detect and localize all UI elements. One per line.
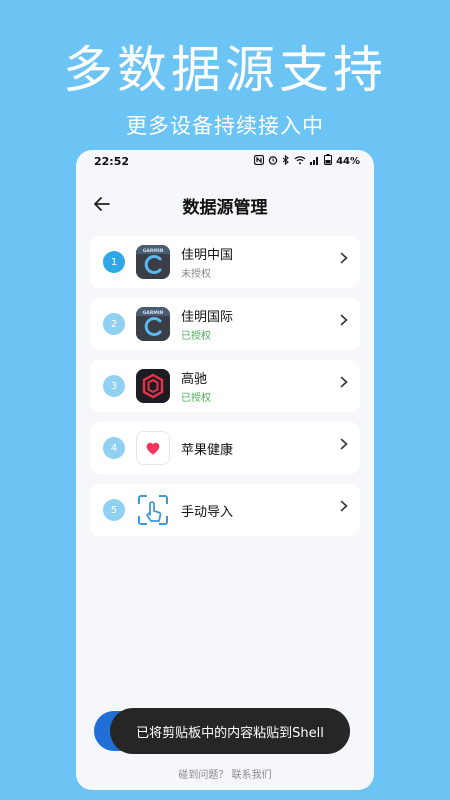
index-badge: 1	[103, 251, 125, 273]
source-name: 手动导入	[181, 504, 234, 520]
index-badge: 4	[103, 437, 125, 459]
manual-import-icon	[136, 493, 170, 527]
source-status: 已授权	[181, 331, 211, 342]
signal-icon	[310, 155, 320, 168]
status-time: 22:52	[94, 154, 130, 168]
contact-us-link[interactable]: 碰到问题？ 联系我们	[76, 766, 374, 781]
source-status: 未授权	[181, 269, 211, 280]
source-item-manual-import[interactable]: 5 手动导入	[90, 484, 360, 536]
arrow-left-icon	[94, 192, 110, 216]
apple-health-icon	[136, 431, 170, 465]
source-labels: 佳明国际 已授权	[181, 306, 233, 342]
chevron-right-icon	[340, 314, 348, 330]
source-name: 佳明国际	[181, 310, 234, 325]
svg-text:GARMIN: GARMIN	[143, 310, 164, 316]
nfc-icon	[253, 154, 265, 168]
chevron-right-icon	[340, 438, 348, 454]
battery-level: 44%	[336, 155, 360, 167]
source-status: 已授权	[181, 393, 211, 404]
page-title: 数据源管理	[182, 197, 268, 218]
chevron-right-icon	[340, 376, 348, 392]
index-badge: 5	[103, 499, 125, 521]
source-name: 高驰	[181, 372, 208, 387]
source-labels: 手动导入	[181, 501, 233, 520]
garmin-icon: GARMIN	[136, 307, 170, 341]
status-bar: 22:52 44%	[76, 150, 374, 172]
hero-title: 多数据源支持	[63, 41, 387, 99]
source-labels: 佳明中国 未授权	[181, 244, 233, 280]
coros-icon	[136, 369, 170, 403]
source-labels: 高驰 已授权	[181, 368, 211, 404]
source-item-coros[interactable]: 3 高驰 已授权	[90, 360, 360, 412]
chevron-right-icon	[340, 252, 348, 268]
back-button[interactable]	[90, 192, 114, 216]
source-name: 佳明中国	[181, 248, 234, 263]
source-item-garmin-international[interactable]: 2 GARMIN 佳明国际 已授权	[90, 298, 360, 350]
chevron-right-icon	[340, 500, 348, 516]
bluetooth-icon	[282, 154, 290, 168]
alarm-icon	[268, 155, 278, 168]
phone-screen: 22:52 44% 数据源管理 1 GARMIN 佳明中国 未授权 2 GARM…	[76, 150, 374, 790]
index-badge: 2	[103, 313, 125, 335]
garmin-icon: GARMIN	[136, 245, 170, 279]
clipboard-toast: 已将剪贴板中的内容粘贴到Shell	[110, 708, 350, 754]
hero-subtitle: 更多设备持续接入中	[126, 114, 324, 138]
battery-icon	[324, 154, 333, 168]
source-name: 苹果健康	[181, 442, 234, 458]
nav-bar: 数据源管理	[76, 190, 374, 220]
source-item-garmin-china[interactable]: 1 GARMIN 佳明中国 未授权	[90, 236, 360, 288]
status-icons: 44%	[253, 154, 360, 168]
wifi-icon	[294, 155, 306, 168]
index-badge: 3	[103, 375, 125, 397]
svg-text:GARMIN: GARMIN	[143, 248, 164, 254]
source-list: 1 GARMIN 佳明中国 未授权 2 GARMIN 佳明国际 已授权 3 高驰…	[90, 236, 360, 546]
source-labels: 苹果健康	[181, 439, 233, 458]
source-item-apple-health[interactable]: 4 苹果健康	[90, 422, 360, 474]
